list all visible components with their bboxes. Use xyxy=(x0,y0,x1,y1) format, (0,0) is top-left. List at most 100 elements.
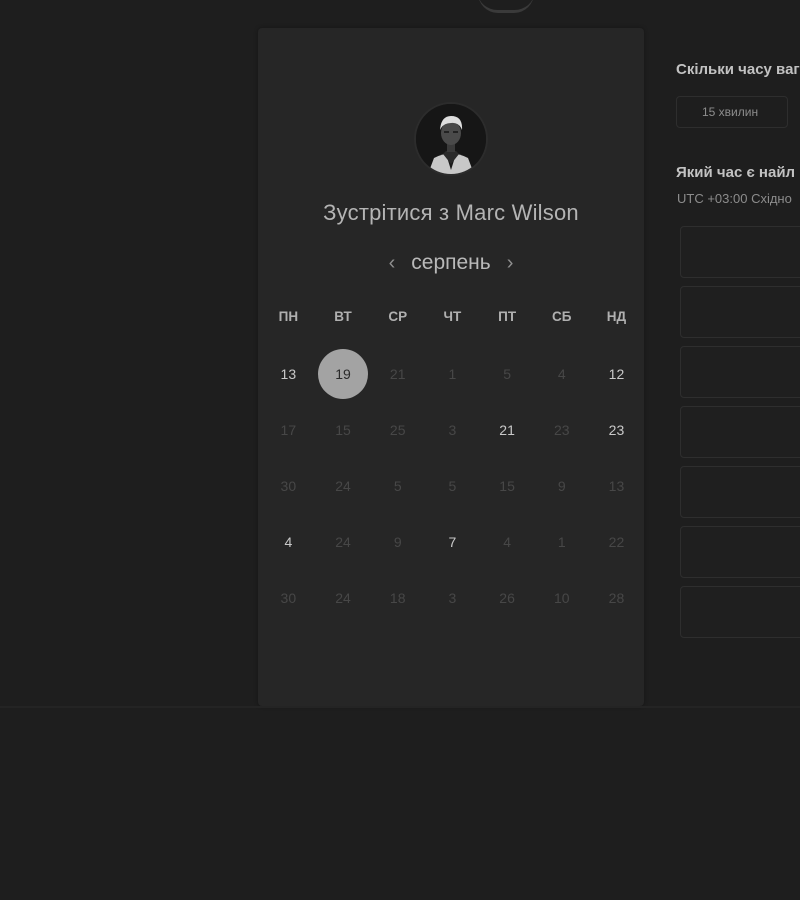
calendar-day-number: 15 xyxy=(335,422,351,438)
calendar-day-number: 9 xyxy=(393,534,402,550)
calendar-day-number: 4 xyxy=(557,366,566,382)
calendar-day-number: 23 xyxy=(608,422,625,438)
weekday-label: ПН xyxy=(278,309,299,324)
time-slot-button[interactable] xyxy=(680,406,800,458)
month-label: серпень xyxy=(411,251,491,274)
chevron-left-icon[interactable]: ‹ xyxy=(385,253,400,273)
booking-card: Зустрітися з Marc Wilson ‹ серпень › ПН В… xyxy=(258,28,644,706)
calendar-day: 24 xyxy=(316,570,371,626)
calendar-day: 28 xyxy=(589,570,644,626)
calendar-day[interactable]: 12 xyxy=(589,346,644,402)
calendar-day-number: 18 xyxy=(389,590,406,606)
calendar-day-number: 24 xyxy=(335,534,351,550)
calendar-day: 21 xyxy=(370,346,425,402)
calendar-day-number: 5 xyxy=(503,366,511,382)
calendar-day-selected[interactable]: 19 xyxy=(316,346,371,402)
calendar-day: 1 xyxy=(425,346,480,402)
calendar-day-number: 4 xyxy=(503,534,511,550)
calendar-day: 30 xyxy=(261,458,316,514)
calendar-day-number: 1 xyxy=(557,534,566,550)
calendar-day: 22 xyxy=(589,514,644,570)
calendar-day-number: 13 xyxy=(608,478,625,494)
duration-heading: Скільки часу ваг xyxy=(676,61,800,78)
scheduling-panel: Скільки часу ваг 15 хвилин Який час є на… xyxy=(676,0,800,710)
calendar-day: 13 xyxy=(589,458,644,514)
calendar-day[interactable]: 23 xyxy=(589,402,644,458)
calendar-day-number: 3 xyxy=(448,422,457,438)
calendar-day[interactable]: 13 xyxy=(261,346,316,402)
time-slot-button[interactable] xyxy=(680,466,800,518)
calendar-day: 30 xyxy=(261,570,316,626)
calendar-day-number: 10 xyxy=(553,590,570,606)
calendar-day: 3 xyxy=(425,570,480,626)
page: Зустрітися з Marc Wilson ‹ серпень › ПН В… xyxy=(0,0,800,900)
time-slot-button[interactable] xyxy=(680,226,800,278)
calendar-day: 5 xyxy=(425,458,480,514)
calendar-grid: 13 19 21 1 5 4 12 17 15 25 3 21 23 23 30 24 5 5 15 9 13 4 24 9 7… xyxy=(261,346,644,626)
calendar-day: 9 xyxy=(370,514,425,570)
calendar-day-number: 26 xyxy=(499,590,515,606)
calendar-day-number: 1 xyxy=(448,366,457,382)
calendar-day: 25 xyxy=(370,402,425,458)
weekday-label: ЧТ xyxy=(443,309,462,324)
calendar-day-number: 7 xyxy=(448,534,457,550)
weekday-label: СР xyxy=(388,309,408,324)
calendar-day: 18 xyxy=(370,570,425,626)
calendar-day: 10 xyxy=(534,570,589,626)
calendar-day-number: 12 xyxy=(608,366,625,382)
calendar-day-number: 23 xyxy=(553,422,570,438)
duration-option[interactable]: 15 хвилин xyxy=(676,96,788,128)
weekday-label: ВТ xyxy=(334,309,352,324)
calendar-day-number: 22 xyxy=(608,534,625,550)
calendar-day: 4 xyxy=(534,346,589,402)
calendar-day: 17 xyxy=(261,402,316,458)
calendar-day-number: 21 xyxy=(499,422,515,438)
calendar-day: 3 xyxy=(425,402,480,458)
divider xyxy=(0,706,800,708)
calendar-day-number: 3 xyxy=(448,590,457,606)
calendar-day-number: 28 xyxy=(608,590,625,606)
calendar-day: 4 xyxy=(480,514,535,570)
calendar-day-number: 24 xyxy=(335,478,351,494)
top-decoration-shape xyxy=(478,0,534,13)
weekday-label: ПТ xyxy=(498,309,517,324)
avatar-portrait-icon xyxy=(416,104,486,174)
calendar-day: 15 xyxy=(316,402,371,458)
calendar-day-number: 21 xyxy=(389,366,406,382)
calendar-day-number: 30 xyxy=(280,478,297,494)
calendar-day-number: 25 xyxy=(389,422,406,438)
calendar-day: 5 xyxy=(370,458,425,514)
calendar-day-number: 5 xyxy=(448,478,457,494)
weekday-label: СБ xyxy=(552,309,572,324)
time-slot-button[interactable] xyxy=(680,586,800,638)
calendar-day: 5 xyxy=(480,346,535,402)
calendar-day[interactable]: 7 xyxy=(425,514,480,570)
calendar-day-number: 24 xyxy=(335,590,351,606)
page-title: Зустрітися з Marc Wilson xyxy=(323,200,579,225)
calendar-day: 15 xyxy=(480,458,535,514)
time-slot-button[interactable] xyxy=(680,526,800,578)
calendar-day-number: 17 xyxy=(280,422,297,438)
calendar-day-number: 5 xyxy=(393,478,402,494)
time-slot-button[interactable] xyxy=(680,286,800,338)
weekday-header-row: ПН ВТ СР ЧТ ПТ СБ НД xyxy=(261,309,644,324)
calendar-day[interactable]: 4 xyxy=(261,514,316,570)
calendar-day: 23 xyxy=(534,402,589,458)
timezone-label[interactable]: UTC +03:00 Східно xyxy=(677,191,792,206)
calendar-day-number: 13 xyxy=(280,366,297,382)
calendar-day: 9 xyxy=(534,458,589,514)
month-navigation: ‹ серпень › xyxy=(258,248,644,278)
calendar-day-number: 4 xyxy=(284,534,293,550)
time-heading: Який час є найл xyxy=(676,164,796,181)
time-slot-button[interactable] xyxy=(680,346,800,398)
avatar xyxy=(416,104,486,174)
calendar-day: 1 xyxy=(534,514,589,570)
calendar-day-number: 30 xyxy=(280,590,297,606)
calendar-day-number: 9 xyxy=(557,478,566,494)
calendar-day: 24 xyxy=(316,514,371,570)
weekday-label: НД xyxy=(606,309,627,324)
calendar-day-number: 15 xyxy=(499,478,515,494)
chevron-right-icon[interactable]: › xyxy=(503,253,518,273)
calendar-day[interactable]: 21 xyxy=(480,402,535,458)
calendar-day: 24 xyxy=(316,458,371,514)
